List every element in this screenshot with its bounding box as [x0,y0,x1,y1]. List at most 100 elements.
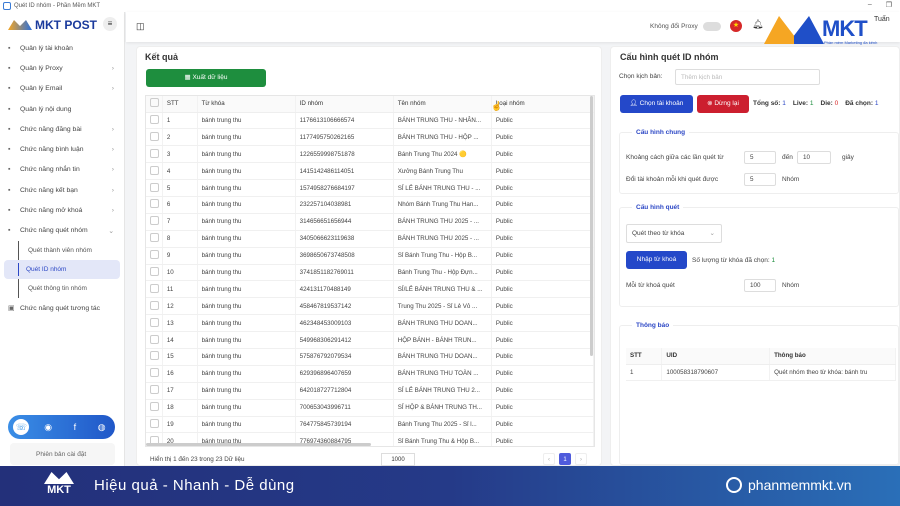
table-row[interactable]: 19 bánh trung thu 764775845739194 Bánh Trun… [146,416,594,434]
sidebar-item-7[interactable]: ▪ Chức năng kết bạn › [0,180,124,200]
table-row[interactable]: 2 bánh trung thu 1177495750262165 BÁNH TRUN… [146,128,594,147]
stop-button[interactable]: ⊗ Dừng lại [697,95,749,113]
table-row[interactable]: 14 bánh trung thu 549968306291412 HỘP BÁNH … [146,331,594,349]
row-checkbox[interactable] [146,297,163,316]
column-header[interactable]: Tên nhóm [393,96,492,113]
horizontal-scrollbar[interactable] [146,443,371,446]
select-all-checkbox[interactable] [146,96,163,113]
interval-to-input[interactable]: 10 [797,151,831,164]
table-row[interactable]: 10 bánh trung thu 374185118276901​1 Bánh Tr… [146,264,594,282]
row-checkbox[interactable] [146,331,163,349]
version-box[interactable]: Phiên bản cài đặt [10,443,115,465]
table-row[interactable]: 9 bánh trung thu 3698650673748508 Sỉ Bánh T… [146,247,594,265]
user-name[interactable]: Tuấn [874,16,890,23]
table-row[interactable]: 8 bánh trung thu 3405066623119638 BÁNH TRUN… [146,230,594,248]
sidebar-item-1[interactable]: ▪ Quản lý Proxy › [0,58,124,78]
interval-from-input[interactable]: 5 [744,151,776,164]
table-row[interactable]: 15 bánh trung thu 575876792079534 BÁNH TRUN… [146,348,594,366]
export-data-button[interactable]: ▦ Xuất dữ liệu [146,69,266,87]
row-checkbox[interactable] [146,314,163,333]
column-header[interactable]: STT [626,348,663,365]
sidebar-item-scan-interaction[interactable]: ▣ Chức năng quét tương tác [0,298,124,318]
proxy-toggle[interactable] [702,22,721,31]
prev-page-button[interactable]: ‹ [543,453,555,465]
row-checkbox[interactable] [146,213,163,231]
row-checkbox[interactable] [146,382,163,400]
row-checkbox[interactable] [146,416,163,434]
row-checkbox[interactable] [146,280,163,299]
row-checkbox[interactable] [146,230,163,248]
choose-account-button[interactable]: 👤︎ Chọn tài khoản [620,95,693,113]
table-cell: Public [491,247,594,265]
sidebar-item-8[interactable]: ▪ Chức năng mở khoá › [0,200,124,220]
table-cell: 4 [162,162,198,181]
table-row[interactable]: 18 bánh trung thu 700653043996711 SỈ HỘP & … [146,399,594,417]
table-row[interactable]: 13 bánh trung thu 462348453009103 BÁNH TRUN… [146,314,594,333]
mouse-cursor-icon: ☝ [491,101,503,111]
sidebar-item-9[interactable]: ▪ Chức năng quét nhóm ⌄ [0,221,124,241]
scan-mode-select[interactable]: Quét theo từ khóa ⌄ [626,224,722,243]
switch-account-input[interactable]: 5 [744,173,776,186]
minimize-button[interactable]: – [868,1,872,9]
support-icon[interactable]: ☏ [13,419,30,435]
next-page-button[interactable]: › [575,453,587,465]
page-1-button[interactable]: 1 [559,453,571,465]
table-cell: 629396896407659 [295,365,394,383]
row-checkbox[interactable] [146,348,163,366]
table-row[interactable]: 11 bánh trung thu 424131170488149 SỈ/LẺ BÁN… [146,280,594,299]
table-row[interactable]: 3 bánh trung thu 1226559998751878 Bánh Trun… [146,145,594,164]
table-row[interactable]: 1 bánh trung thu 1176613106666574 BÁNH TRUN… [146,112,594,130]
row-checkbox[interactable] [146,145,163,164]
row-checkbox[interactable] [146,264,163,282]
table-cell: Nhóm Bánh Trung Thu Han... [393,196,492,214]
column-header[interactable]: UID [661,348,771,365]
restore-button[interactable]: ❐ [886,1,892,9]
sidebar-item-2[interactable]: ▪ Quản lý Email › [0,79,124,99]
sidebar-item-6[interactable]: ▪ Chức năng nhắn tin › [0,160,124,180]
column-header[interactable]: STT [162,96,198,113]
website-globe-icon[interactable]: ◍ [94,419,110,435]
table-cell: Bánh Trung Thu - Hộp Đựn... [393,264,492,282]
sidebar-item-3[interactable]: ▪ Quản lý nội dung [0,99,124,119]
table-cell: 458467819537142 [295,297,394,316]
column-header[interactable]: Loại nhóm [491,96,594,113]
messenger-icon[interactable]: ◉ [40,419,56,435]
sidebar-subitem-1[interactable]: Quét ID nhóm [4,259,120,279]
script-select[interactable]: Thêm kịch bản [675,69,820,85]
table-row[interactable]: 6 bánh trung thu 232257104038981 Nhóm Bánh … [146,196,594,214]
row-checkbox[interactable] [146,399,163,417]
import-keywords-button[interactable]: Nhập từ khoá [626,251,687,269]
sidebar-subitem-2[interactable]: Quét thông tin nhóm [18,278,124,298]
row-checkbox[interactable] [146,179,163,197]
sidebar-subitem-0[interactable]: Quét thành viên nhóm [18,240,124,260]
table-row[interactable]: 5 bánh trung thu 1574958276684197 SỈ LẺ BÁN… [146,179,594,197]
column-header[interactable]: Thông báo [769,348,896,365]
panel-toggle-icon[interactable]: ◫ [136,21,145,32]
table-row[interactable]: 4 bánh trung thu 1415142486114051 Xưởng Bán… [146,162,594,181]
table-row[interactable]: 16 bánh trung thu 629396896407659 BÁNH TRUN… [146,365,594,383]
row-checkbox[interactable] [146,247,163,265]
bell-icon[interactable]: 🔔︎ [752,19,763,30]
row-checkbox[interactable] [146,196,163,214]
column-header[interactable]: Từ khóa [197,96,296,113]
sidebar-item-0[interactable]: ▪ Quản lý tài khoản [0,38,124,58]
per-keyword-input[interactable]: 100 [744,279,776,292]
table-row[interactable]: 1 100058318790607 Quét nhóm theo từ khóa: … [626,364,896,382]
table-cell: 1226559998751878 [295,145,394,164]
row-checkbox[interactable] [146,365,163,383]
menu-toggle-icon[interactable]: ≡ [103,17,117,31]
page-size-select[interactable]: 1000 [381,453,415,466]
row-checkbox[interactable] [146,162,163,181]
row-checkbox[interactable] [146,112,163,130]
sidebar-item-4[interactable]: ▪ Chức năng đăng bài › [0,119,124,139]
table-cell: bánh trung thu [197,331,296,349]
table-row[interactable]: 12 bánh trung thu 458467819537142 Trung Thu… [146,297,594,316]
column-header[interactable]: ID nhóm [295,96,394,113]
table-row[interactable]: 7 bánh trung thu 314656651656944 BÁNH TRUNG… [146,213,594,231]
vertical-scrollbar[interactable] [590,96,593,356]
row-checkbox[interactable] [146,128,163,147]
sidebar-item-5[interactable]: ▪ Chức năng bình luận › [0,139,124,159]
vietnam-flag-icon[interactable]: ★ [730,20,742,32]
table-row[interactable]: 17 bánh trung thu 642018727712804 SỈ LẺ BÁN… [146,382,594,400]
facebook-icon[interactable]: f [67,419,83,435]
